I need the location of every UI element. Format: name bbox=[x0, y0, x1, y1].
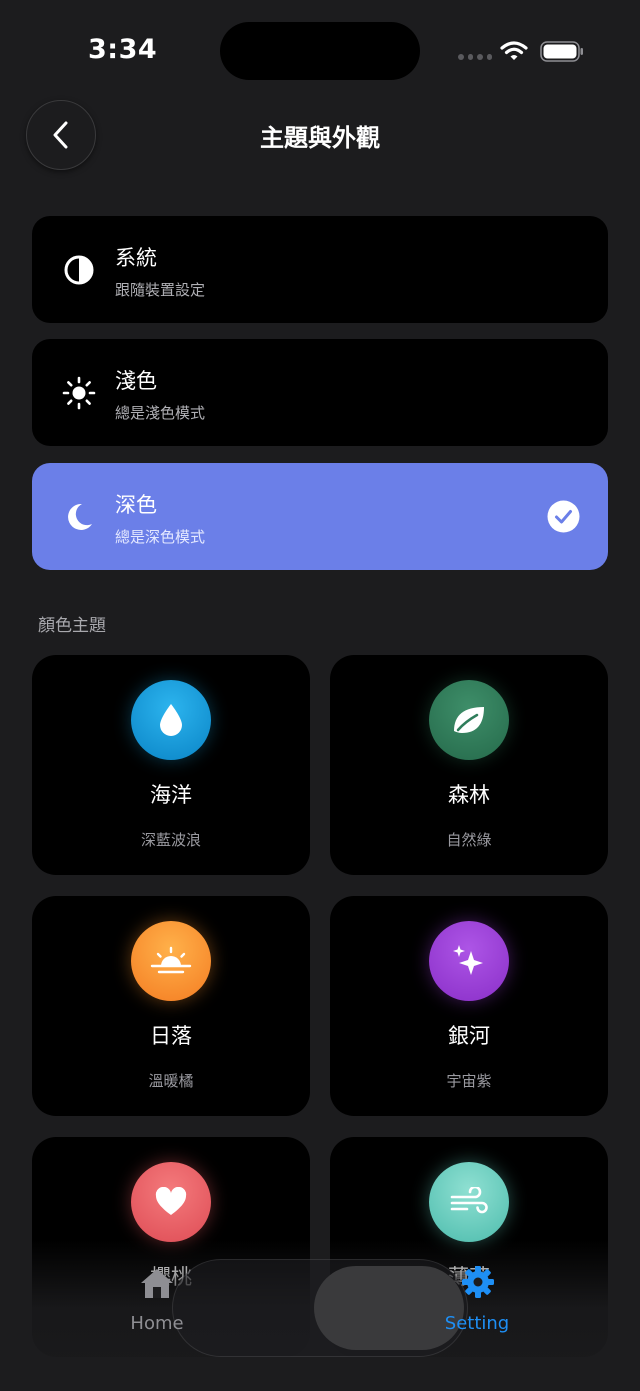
tab-home-label[interactable]: Home bbox=[100, 1313, 214, 1334]
mode-title: 淺色 bbox=[115, 369, 157, 393]
wifi-icon bbox=[500, 41, 528, 60]
battery-icon bbox=[540, 41, 583, 62]
leaf-icon bbox=[454, 707, 484, 733]
gear-icon[interactable] bbox=[460, 1264, 496, 1300]
mode-option-dark[interactable]: 深色 總是深色模式 bbox=[32, 463, 608, 570]
theme-subtitle: 溫暖橘 bbox=[148, 1072, 194, 1090]
theme-icon-circle bbox=[429, 921, 509, 1001]
header: 主題與外觀 bbox=[0, 100, 640, 170]
mode-subtitle: 總是淺色模式 bbox=[115, 404, 206, 422]
theme-icon-circle bbox=[131, 680, 211, 760]
theme-subtitle: 宇宙紫 bbox=[446, 1072, 492, 1090]
theme-icon-circle bbox=[429, 680, 509, 760]
status-bar: 3:34 bbox=[0, 0, 640, 100]
theme-icon-circle bbox=[429, 1162, 509, 1242]
theme-name: 銀河 bbox=[448, 1024, 490, 1048]
mode-option-system[interactable]: 系統 跟隨裝置設定 bbox=[32, 216, 608, 323]
cellular-signal-icon bbox=[458, 54, 492, 60]
mode-subtitle: 跟隨裝置設定 bbox=[115, 281, 206, 299]
page-title: 主題與外觀 bbox=[260, 124, 380, 152]
half-circle-icon bbox=[64, 255, 94, 285]
tab-selection-indicator[interactable] bbox=[314, 1266, 464, 1350]
theme-subtitle: 自然綠 bbox=[446, 831, 492, 849]
theme-card-forest[interactable]: 森林 自然綠 bbox=[330, 655, 608, 875]
theme-name: 日落 bbox=[150, 1024, 192, 1048]
moon-icon bbox=[68, 503, 92, 530]
theme-icon-circle bbox=[131, 921, 211, 1001]
wind-icon bbox=[450, 1187, 488, 1214]
tab-setting-label[interactable]: Setting bbox=[420, 1313, 534, 1334]
mode-subtitle: 總是深色模式 bbox=[115, 528, 206, 546]
theme-card-sunset[interactable]: 日落 溫暖橘 bbox=[32, 896, 310, 1116]
theme-name: 森林 bbox=[448, 783, 490, 807]
checkmark-circle-icon bbox=[547, 500, 580, 533]
sun-icon bbox=[62, 376, 96, 410]
mode-option-light[interactable]: 淺色 總是淺色模式 bbox=[32, 339, 608, 446]
status-time: 3:34 bbox=[88, 34, 158, 65]
sparkle-icon bbox=[453, 945, 483, 975]
theme-subtitle: 深藍波浪 bbox=[140, 831, 201, 849]
house-icon[interactable] bbox=[138, 1266, 176, 1300]
section-label-color-theme: 顏色主題 bbox=[38, 616, 106, 636]
theme-icon-circle bbox=[131, 1162, 211, 1242]
theme-name: 海洋 bbox=[150, 783, 192, 807]
theme-card-galaxy[interactable]: 銀河 宇宙紫 bbox=[330, 896, 608, 1116]
mode-title: 深色 bbox=[115, 493, 157, 517]
dynamic-island bbox=[220, 22, 420, 80]
water-drop-icon bbox=[160, 704, 182, 736]
mode-title: 系統 bbox=[115, 246, 157, 270]
heart-icon bbox=[155, 1187, 187, 1215]
sunset-icon bbox=[150, 946, 192, 974]
theme-card-ocean[interactable]: 海洋 深藍波浪 bbox=[32, 655, 310, 875]
